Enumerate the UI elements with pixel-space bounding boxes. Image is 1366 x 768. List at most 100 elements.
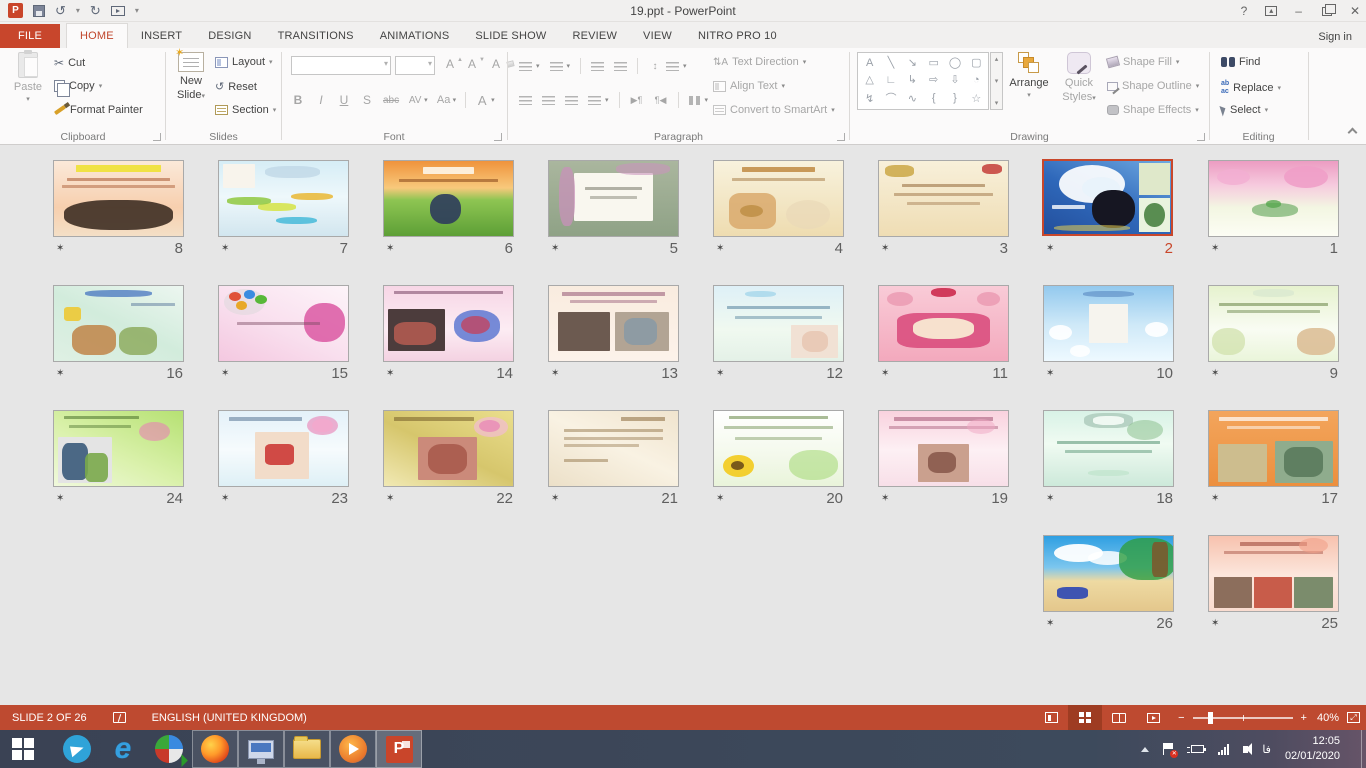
ribbon-display-options-button[interactable]: ▴ — [1265, 6, 1277, 16]
shape-outline-button[interactable]: Shape Outline▾ — [1107, 80, 1199, 92]
tab-transitions[interactable]: TRANSITIONS — [265, 24, 367, 48]
input-language-indicator[interactable]: فا — [1262, 743, 1271, 756]
tab-view[interactable]: VIEW — [630, 24, 685, 48]
start-button[interactable] — [0, 730, 46, 768]
taskbar-file-explorer[interactable] — [284, 730, 330, 768]
align-text-button[interactable]: Align Text▾ — [713, 80, 785, 92]
align-center-icon[interactable] — [542, 96, 555, 105]
shape-glyph-16[interactable]: } — [944, 88, 965, 108]
tab-file[interactable]: FILE — [0, 24, 60, 48]
find-button[interactable]: Find — [1221, 56, 1260, 68]
slide-thumbnail-7[interactable]: ✶7 — [218, 160, 349, 237]
shape-glyph-7[interactable]: ∟ — [880, 71, 901, 88]
close-button[interactable]: ✕ — [1350, 4, 1360, 18]
format-painter-button[interactable]: Format Painter — [54, 104, 143, 116]
arrange-button[interactable]: Arrange▾ — [1007, 52, 1051, 126]
slide-thumbnail-9[interactable]: ✶9 — [1208, 285, 1339, 362]
collapse-ribbon-button[interactable] — [1348, 128, 1358, 138]
select-button[interactable]: Select▾ — [1221, 104, 1268, 116]
transition-indicator[interactable]: ✶ — [56, 368, 64, 379]
zoom-level[interactable]: 40% — [1317, 712, 1339, 724]
reading-view-button[interactable] — [1102, 705, 1136, 730]
normal-view-button[interactable] — [1034, 705, 1068, 730]
shape-glyph-12[interactable]: ↯ — [859, 88, 880, 108]
bullets-icon[interactable] — [519, 62, 532, 71]
italic-button[interactable]: I — [314, 93, 328, 107]
replace-button[interactable]: abacReplace▾ — [1221, 80, 1281, 95]
shrink-font-button[interactable]: A▼ — [465, 57, 485, 71]
transition-indicator[interactable]: ✶ — [716, 493, 724, 504]
show-desktop-button[interactable] — [1361, 730, 1366, 768]
slide-thumbnail-25[interactable]: ✶25 — [1208, 535, 1339, 612]
shape-effects-button[interactable]: Shape Effects▾ — [1107, 104, 1199, 116]
fit-slide-to-window-button[interactable]: ⤢ — [1347, 712, 1360, 723]
cut-button[interactable]: ✂Cut — [54, 56, 85, 70]
align-left-icon[interactable] — [519, 96, 532, 105]
paste-button[interactable]: Paste▾ — [6, 52, 50, 126]
transition-indicator[interactable]: ✶ — [1046, 618, 1054, 629]
taskbar-firefox[interactable] — [192, 730, 238, 768]
transition-indicator[interactable]: ✶ — [881, 493, 889, 504]
slide-thumbnail-4[interactable]: ✶4 — [713, 160, 844, 237]
shape-glyph-17[interactable]: ☆ — [966, 88, 987, 108]
tab-design[interactable]: DESIGN — [195, 24, 264, 48]
bold-button[interactable]: B — [291, 93, 305, 107]
transition-indicator[interactable]: ✶ — [881, 368, 889, 379]
transition-indicator[interactable]: ✶ — [386, 368, 394, 379]
underline-button[interactable]: U — [337, 93, 351, 107]
shape-glyph-11[interactable]: ◔ — [966, 71, 987, 88]
slide-thumbnail-22[interactable]: ✶22 — [383, 410, 514, 487]
zoom-slider-thumb[interactable] — [1208, 712, 1213, 724]
transition-indicator[interactable]: ✶ — [1211, 368, 1219, 379]
slide-thumbnail-15[interactable]: ✶15 — [218, 285, 349, 362]
copy-button[interactable]: Copy▾ — [54, 80, 102, 92]
slide-thumbnail-1[interactable]: ✶1 — [1208, 160, 1339, 237]
text-shadow-button[interactable]: S — [360, 93, 374, 107]
justify-icon[interactable] — [588, 96, 601, 105]
increase-indent-icon[interactable] — [614, 62, 627, 71]
slide-thumbnail-12[interactable]: ✶12 — [713, 285, 844, 362]
character-spacing-button[interactable]: AV — [408, 95, 422, 106]
transition-indicator[interactable]: ✶ — [56, 493, 64, 504]
transition-indicator[interactable]: ✶ — [386, 493, 394, 504]
tab-animations[interactable]: ANIMATIONS — [367, 24, 463, 48]
transition-indicator[interactable]: ✶ — [551, 243, 559, 254]
taskbar-media-player[interactable] — [330, 730, 376, 768]
taskbar-telegram[interactable] — [54, 730, 100, 768]
slide-thumbnail-17[interactable]: ✶17 — [1208, 410, 1339, 487]
slide-thumbnail-14[interactable]: ✶14 — [383, 285, 514, 362]
tab-insert[interactable]: INSERT — [128, 24, 195, 48]
show-hidden-icons-button[interactable] — [1141, 747, 1149, 752]
tab-nitro-pro-10[interactable]: NITRO PRO 10 — [685, 24, 790, 48]
slide-thumbnail-10[interactable]: ✶10 — [1043, 285, 1174, 362]
slide-sorter-canvas[interactable]: ✶1✶2✶3✶4✶5✶6✶7✶8✶9✶10✶11✶12✶13✶14✶15✶16✶… — [0, 145, 1366, 705]
zoom-in-button[interactable]: + — [1301, 712, 1307, 724]
transition-indicator[interactable]: ✶ — [1046, 243, 1054, 254]
transition-indicator[interactable]: ✶ — [386, 243, 394, 254]
slide-thumbnail-26[interactable]: ✶26 — [1043, 535, 1174, 612]
numbering-icon[interactable] — [550, 62, 563, 71]
slide-thumbnail-16[interactable]: ✶16 — [53, 285, 184, 362]
rtl-direction-icon[interactable]: ¶◀ — [654, 95, 668, 106]
font-name-combo[interactable] — [291, 56, 391, 75]
slide-thumbnail-3[interactable]: ✶3 — [878, 160, 1009, 237]
grow-font-button[interactable]: A▲ — [443, 57, 463, 71]
shape-glyph-13[interactable]: ⌒ — [880, 88, 901, 108]
ltr-direction-icon[interactable]: ▶¶ — [630, 95, 644, 106]
transition-indicator[interactable]: ✶ — [716, 368, 724, 379]
slide-thumbnail-18[interactable]: ✶18 — [1043, 410, 1174, 487]
shape-glyph-3[interactable]: ▭ — [923, 54, 944, 71]
zoom-out-button[interactable]: − — [1178, 712, 1184, 724]
slide-thumbnail-11[interactable]: ✶11 — [878, 285, 1009, 362]
language-indicator[interactable]: ENGLISH (UNITED KINGDOM) — [152, 712, 307, 724]
slide-thumbnail-19[interactable]: ✶19 — [878, 410, 1009, 487]
change-case-button[interactable]: Aa — [437, 94, 451, 106]
transition-indicator[interactable]: ✶ — [221, 243, 229, 254]
slide-show-button[interactable] — [1136, 705, 1170, 730]
shape-glyph-6[interactable]: △ — [859, 71, 880, 88]
quick-styles-button[interactable]: QuickStyles▾ — [1057, 52, 1101, 126]
taskbar-remote-desktop[interactable] — [238, 730, 284, 768]
reset-button[interactable]: ↺Reset — [215, 80, 257, 93]
section-button[interactable]: Section▾ — [215, 104, 276, 116]
minimize-button[interactable]: – — [1295, 4, 1302, 18]
